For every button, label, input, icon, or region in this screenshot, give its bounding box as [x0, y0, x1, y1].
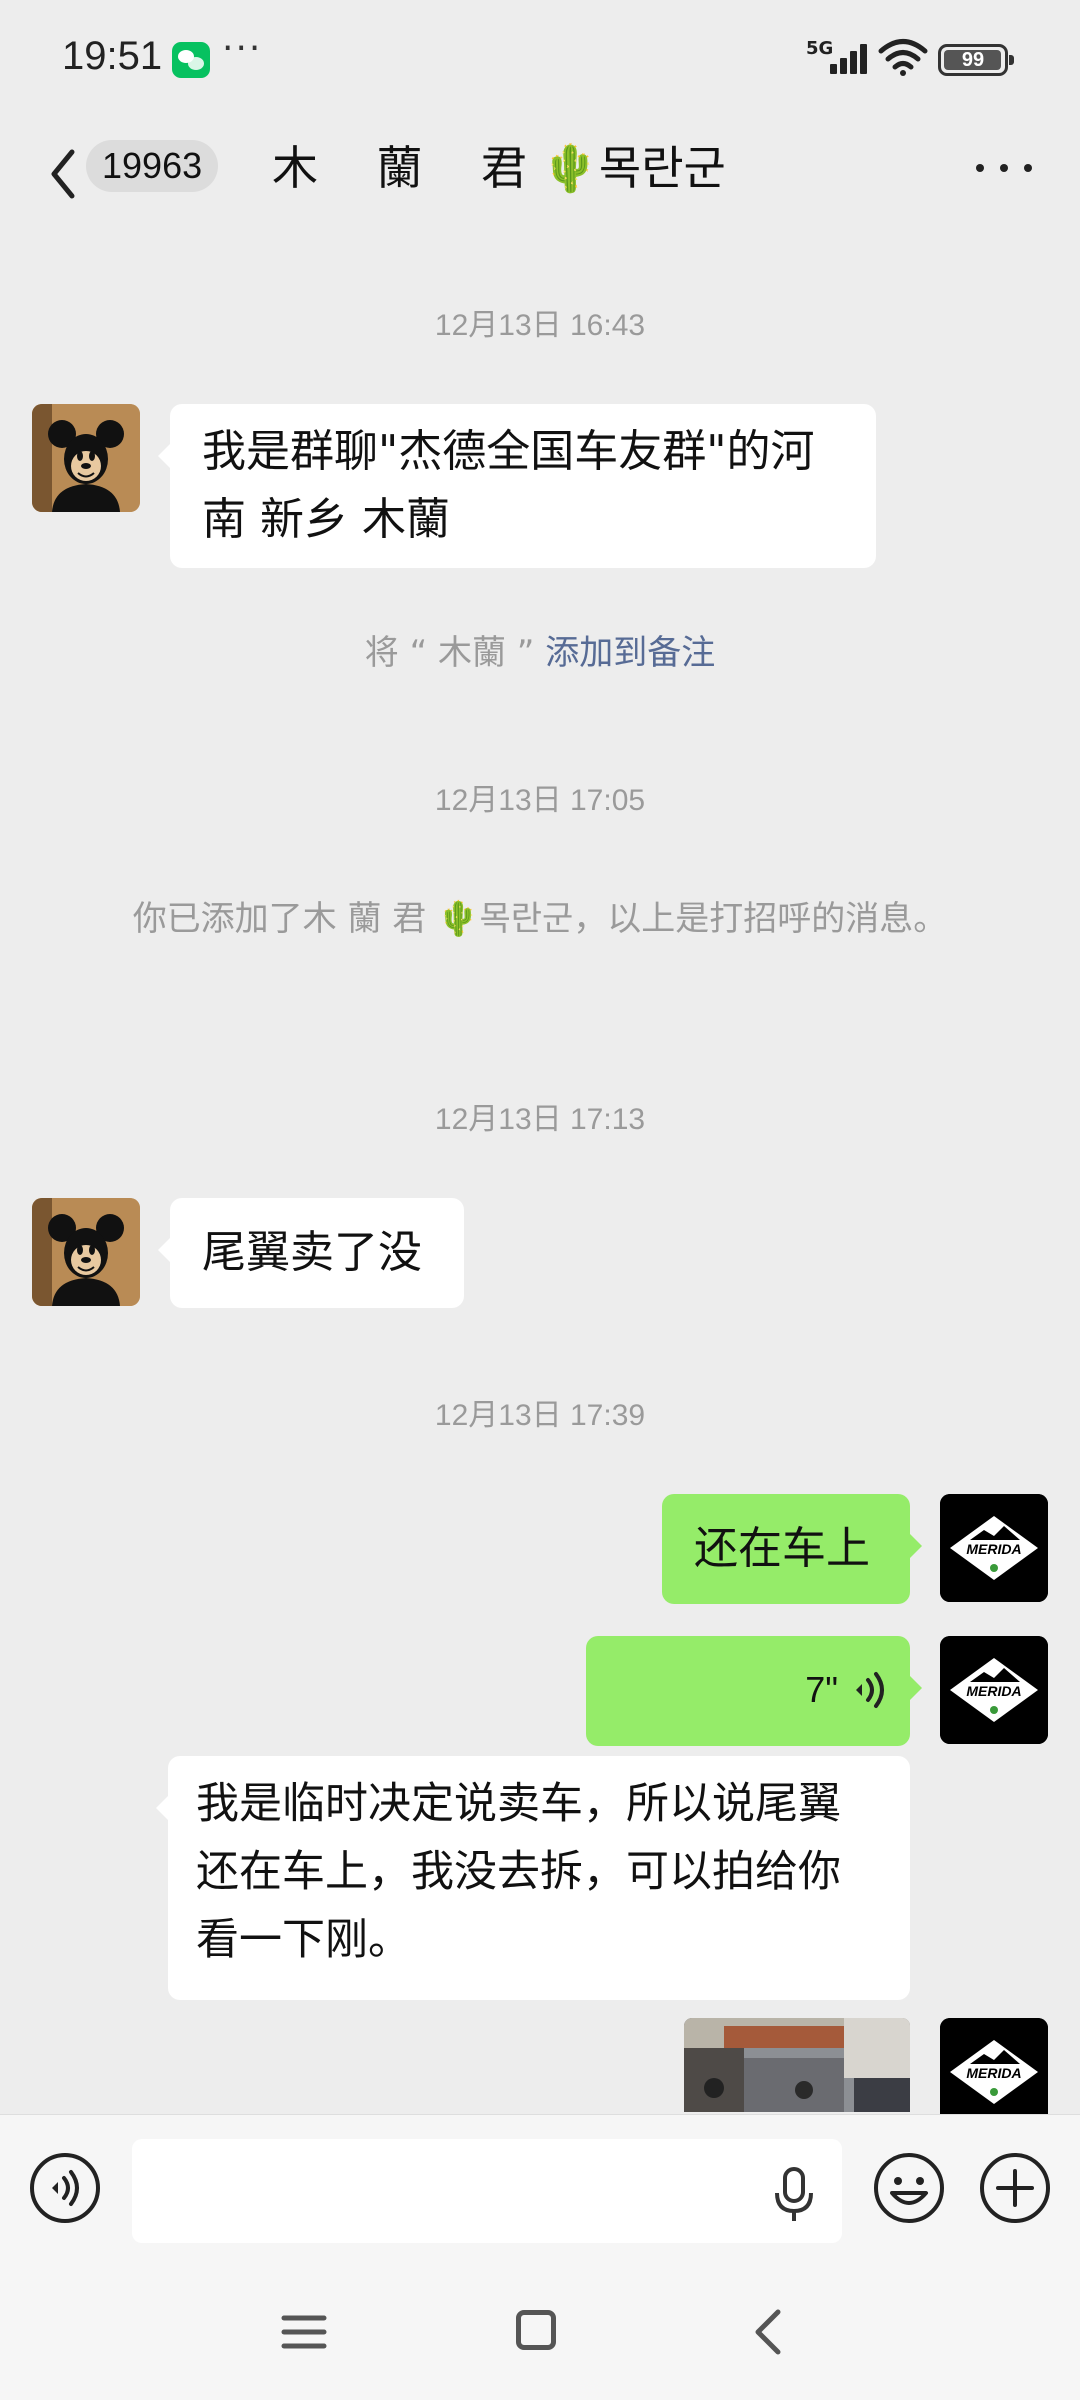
merida-logo-avatar: MERIDA — [940, 1636, 1048, 1744]
voice-mode-icon[interactable] — [28, 2151, 102, 2225]
back-nav-icon[interactable] — [750, 2308, 786, 2356]
timestamp: 12月13日 17:39 — [434, 1399, 646, 1432]
mickey-avatar-image — [32, 404, 140, 512]
street-photo — [684, 2018, 910, 2112]
contact-avatar[interactable] — [32, 1198, 140, 1306]
self-avatar[interactable]: MERIDA — [940, 1636, 1048, 1744]
message-input-bar — [0, 2114, 1080, 2250]
system-navigation-bar — [0, 2250, 1080, 2400]
voice-wave-icon — [856, 1672, 884, 1708]
merida-logo-text: MERIDA — [966, 1683, 1021, 1699]
menu-icon[interactable] — [280, 2312, 328, 2352]
merida-logo-text: MERIDA — [966, 2065, 1021, 2081]
message-bubble-incoming[interactable]: 我是群聊"杰德全国车友群"的河南 新乡 木蘭 — [158, 404, 876, 568]
notification-more-indicator: ··· — [222, 28, 263, 69]
message-text: 还在车上 — [694, 1523, 870, 1574]
merida-logo-avatar: MERIDA — [940, 1494, 1048, 1602]
photo-message-thumbnail[interactable] — [684, 2018, 910, 2112]
mickey-avatar-image — [32, 1198, 140, 1306]
message-bubble-incoming[interactable]: 我是临时决定说卖车，所以说尾翼还在车上，我没去拆，可以拍给你看一下刚。 — [156, 1756, 910, 2000]
contact-avatar[interactable] — [32, 404, 140, 512]
merida-logo-avatar: MERIDA — [940, 2018, 1048, 2114]
more-icon[interactable] — [976, 160, 1032, 176]
battery-level: 99 — [961, 49, 985, 71]
chat-title: 木 蘭 君 🌵목란군 — [272, 141, 726, 195]
emoji-icon[interactable] — [872, 2151, 946, 2225]
timestamp: 12月13日 16:43 — [434, 309, 646, 342]
timestamp: 12月13日 17:05 — [434, 784, 646, 817]
unread-count-badge[interactable]: 19963 — [86, 140, 219, 192]
message-text: 尾翼卖了没 — [202, 1227, 422, 1278]
self-avatar[interactable]: MERIDA — [940, 1494, 1048, 1602]
signal-icon — [822, 42, 868, 74]
remark-prefix: 将 “ 木蘭 ” — [364, 633, 546, 673]
plus-icon[interactable] — [978, 2151, 1052, 2225]
add-to-remark-link[interactable]: 添加到备注 — [545, 633, 715, 673]
microphone-icon[interactable] — [772, 2167, 816, 2223]
timestamp: 12月13日 17:13 — [434, 1103, 646, 1136]
voice-duration: 7" — [805, 1669, 838, 1710]
voice-message-bubble[interactable]: 7" — [586, 1636, 922, 1746]
add-remark-note: 将 “ 木蘭 ” 添加到备注 — [90, 628, 990, 678]
merida-logo-text: MERIDA — [966, 1541, 1021, 1557]
message-input[interactable] — [132, 2139, 842, 2243]
message-text: 我是群聊"杰德全国车友群"的河南 新乡 木蘭 — [202, 426, 815, 545]
battery-icon: 99 — [938, 44, 1014, 76]
friend-added-note: 你已添加了木 蘭 君 🌵목란군，以上是打招呼的消息。 — [132, 899, 948, 939]
home-icon[interactable] — [516, 2310, 556, 2350]
message-text: 我是临时决定说卖车，所以说尾翼还在车上，我没去拆，可以拍给你看一下刚。 — [196, 1779, 841, 1965]
wifi-icon — [878, 39, 928, 76]
status-time: 19:51 — [62, 34, 163, 78]
message-bubble-incoming[interactable]: 尾翼卖了没 — [158, 1198, 464, 1308]
wechat-icon — [172, 42, 210, 78]
message-bubble-outgoing[interactable]: 还在车上 — [662, 1494, 922, 1604]
status-bar: 19:51 ··· 5G 99 — [0, 0, 1080, 120]
self-avatar[interactable]: MERIDA — [940, 2018, 1048, 2114]
